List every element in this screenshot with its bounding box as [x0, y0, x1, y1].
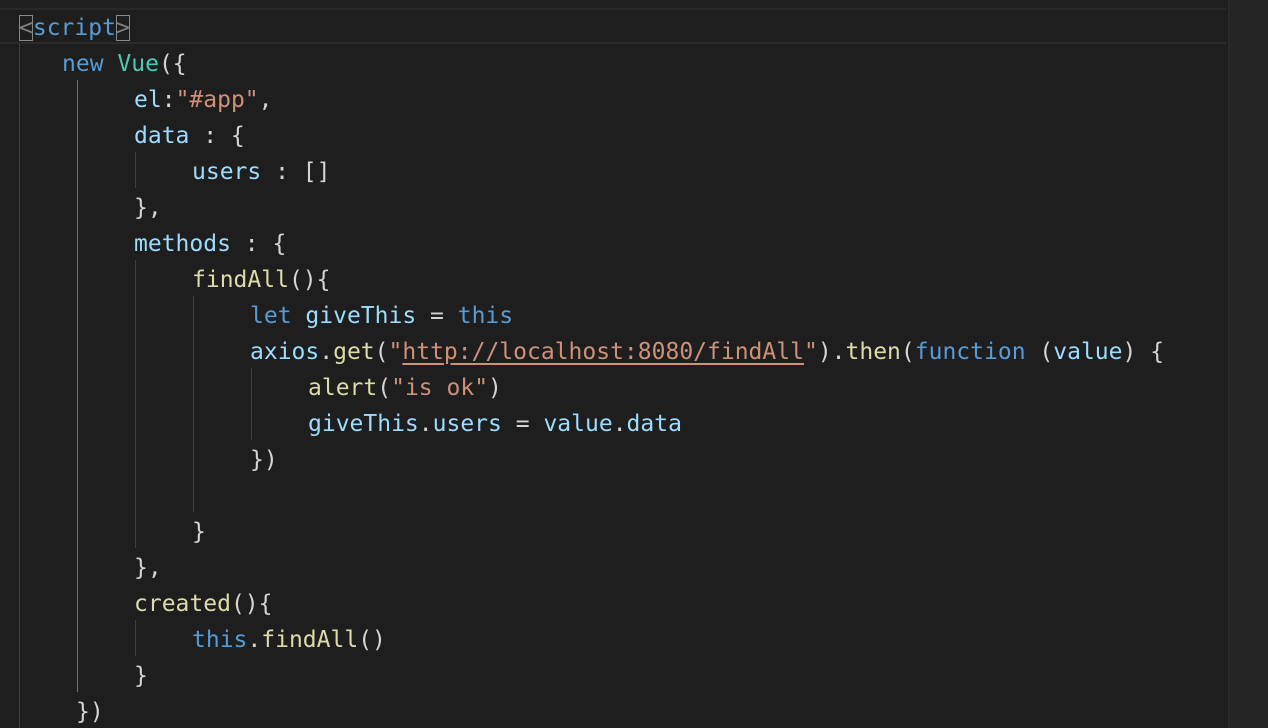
code-line[interactable]: giveThis.users = value.data [308, 406, 682, 442]
code-token: }, [134, 195, 162, 221]
code-line[interactable]: }, [134, 190, 162, 226]
code-token: : [] [261, 159, 331, 185]
indent-guide [135, 152, 136, 188]
code-line[interactable]: findAll(){ [192, 262, 330, 298]
code-token: . [418, 411, 433, 437]
code-token: }) [250, 447, 278, 473]
code-line[interactable]: }, [134, 550, 162, 586]
code-token: alert [308, 375, 378, 401]
code-token: : { [230, 231, 287, 257]
code-token: findAll [261, 627, 359, 653]
code-token: data [626, 411, 682, 437]
code-token: "#app" [175, 87, 259, 113]
indent-guide [193, 296, 194, 512]
current-line-highlight [0, 10, 1226, 44]
code-token: then [845, 339, 901, 365]
code-token: }, [134, 555, 162, 581]
code-line[interactable]: <script> [19, 10, 130, 46]
code-token: giveThis [305, 303, 417, 329]
code-token: " [803, 339, 818, 365]
code-token: ) { [1122, 339, 1165, 365]
code-token: . [319, 339, 334, 365]
code-token: = [416, 303, 458, 329]
code-token: let [250, 303, 292, 329]
code-line[interactable]: alert("is ok") [308, 370, 502, 406]
code-token: ( [377, 375, 392, 401]
code-line[interactable]: axios.get("http://localhost:8080/findAll… [250, 334, 1164, 370]
indent-guide [251, 368, 252, 440]
code-token: (){ [288, 267, 331, 293]
indent-guide [135, 620, 136, 656]
code-line[interactable]: }) [76, 694, 104, 728]
indent-guide [19, 44, 20, 728]
code-line[interactable]: let giveThis = this [250, 298, 513, 334]
code-token: new [62, 51, 104, 77]
code-line[interactable]: el:"#app", [134, 82, 273, 118]
code-token: ) [488, 375, 502, 401]
code-token: Vue [117, 51, 159, 77]
vertical-scrollbar[interactable] [1228, 0, 1268, 728]
code-token: } [134, 663, 148, 689]
code-line[interactable]: users : [] [192, 154, 331, 190]
code-token: this [457, 303, 514, 329]
code-line[interactable]: created(){ [134, 586, 272, 622]
code-token: (){ [230, 591, 273, 617]
code-token: http://localhost:8080/findAll [402, 339, 804, 365]
code-token: value [1053, 339, 1123, 365]
indent-guide [135, 260, 136, 548]
code-token: findAll [192, 267, 289, 293]
code-token: . [247, 627, 262, 653]
code-token: ( [1025, 339, 1054, 365]
code-token: created [134, 591, 231, 617]
code-token: () [358, 627, 386, 653]
code-line[interactable]: data : { [134, 118, 245, 154]
code-token: . [612, 411, 627, 437]
code-line[interactable]: this.findAll() [192, 622, 386, 658]
code-token: } [192, 519, 206, 545]
code-token: data [134, 123, 190, 149]
code-token: ( [374, 339, 389, 365]
code-token: ({ [158, 51, 187, 77]
code-line[interactable]: new Vue({ [62, 46, 187, 82]
code-token: giveThis [308, 411, 419, 437]
code-token: , [258, 87, 273, 113]
code-line[interactable]: } [192, 514, 206, 550]
code-token: = [501, 411, 544, 437]
code-token: this [192, 627, 248, 653]
code-token: el [134, 87, 162, 113]
code-token: : { [189, 123, 245, 149]
code-line[interactable]: methods : { [134, 226, 286, 262]
code-token: value [543, 411, 613, 437]
code-editor[interactable]: <script> new Vue({ el:"#app", data : { u… [0, 0, 1268, 728]
code-token: function [914, 339, 1026, 365]
code-token: "is ok" [391, 375, 489, 401]
code-token: }) [76, 699, 104, 725]
code-token: > [115, 15, 130, 41]
code-token: " [388, 339, 403, 365]
code-token: users [192, 159, 262, 185]
code-line[interactable]: } [134, 658, 148, 694]
indent-guide-active [77, 80, 78, 692]
code-token: methods [134, 231, 231, 257]
code-token: ( [900, 339, 915, 365]
code-line[interactable]: }) [250, 442, 278, 478]
code-token: get [333, 339, 375, 365]
code-token: : [161, 87, 176, 113]
code-token: script [32, 15, 116, 41]
code-token: ). [817, 339, 846, 365]
code-token: axios [250, 339, 320, 365]
code-token: users [432, 411, 502, 437]
code-token: < [19, 15, 33, 41]
